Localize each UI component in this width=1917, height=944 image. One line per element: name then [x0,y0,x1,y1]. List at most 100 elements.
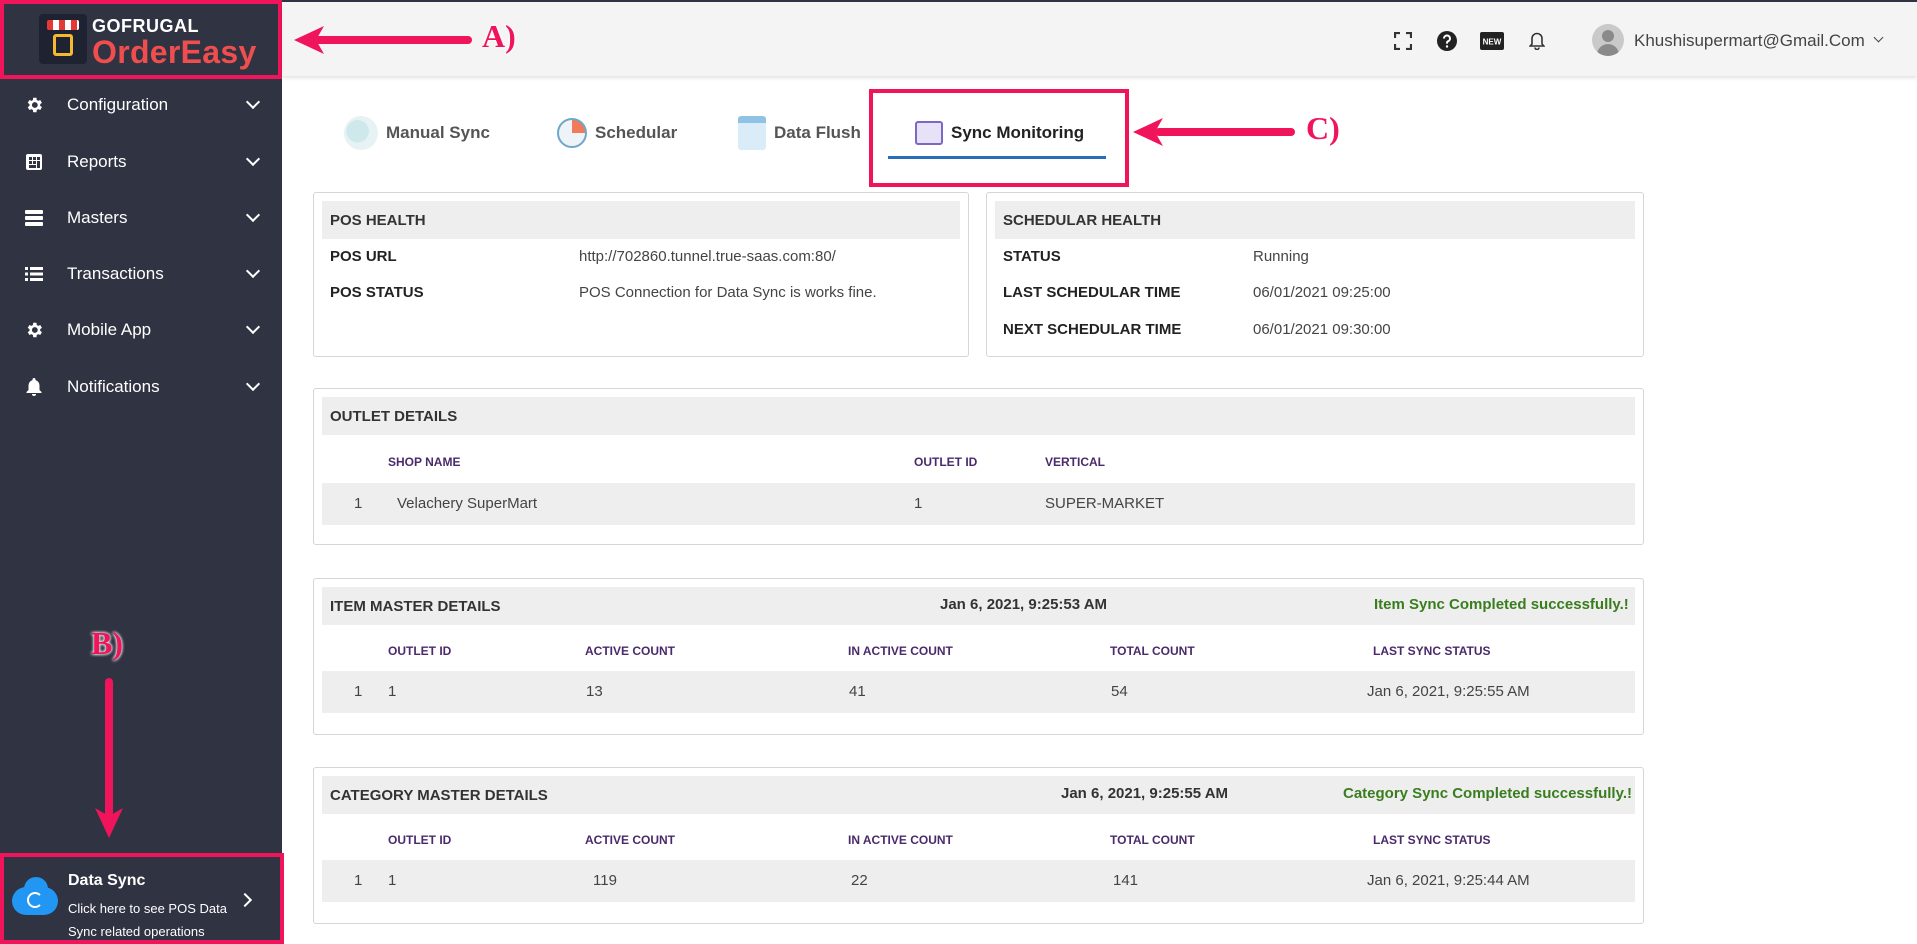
sidebar-item-label: Reports [67,152,127,171]
next-schedular-time-value: 06/01/2021 09:30:00 [1253,321,1391,338]
tab-manual-sync[interactable]: Manual Sync [344,113,490,153]
status-label: STATUS [1003,248,1061,265]
active-count-cell: 13 [586,683,603,700]
column-header: OUTLET ID [388,644,452,658]
sidebar-item-transactions[interactable]: Transactions [0,254,282,294]
chevron-down-icon[interactable] [1873,32,1884,43]
outlet-id-cell: 1 [914,495,923,512]
cloud-sync-icon [344,116,378,150]
last-sync-status-cell: Jan 6, 2021, 9:25:55 AM [1367,683,1530,700]
total-count-cell: 141 [1113,872,1139,889]
column-header: VERTICAL [1045,455,1105,469]
card-title: OUTLET DETAILS [322,397,1635,435]
vertical-cell: SUPER-MARKET [1045,495,1165,512]
new-badge-icon[interactable]: NEW [1479,30,1505,52]
column-header: TOTAL COUNT [1110,644,1195,658]
card-title: SCHEDULAR HEALTH [995,201,1635,239]
pos-status-value: POS Connection for Data Sync is works fi… [579,284,877,301]
svg-text:NEW: NEW [1483,38,1502,47]
trash-icon [738,116,766,150]
sidebar: GOFRUGAL OrderEasy Configuration Reports… [0,0,284,944]
pos-url-value: http://702860.tunnel.true-saas.com:80/ [579,248,836,265]
row-index: 1 [354,872,363,889]
column-header: ACTIVE COUNT [585,644,675,658]
annotation-label-c: C) [1306,110,1340,146]
column-header: IN ACTIVE COUNT [848,644,953,658]
data-sync-description: Click here to see POS Data Sync related … [68,901,227,939]
sidebar-item-masters[interactable]: Masters [0,198,282,238]
tab-data-flush[interactable]: Data Flush [738,113,861,153]
inactive-count-cell: 41 [849,683,866,700]
last-sync-status-cell: Jan 6, 2021, 9:25:44 AM [1367,872,1530,889]
clock-icon [557,118,587,148]
card-title: POS HEALTH [322,201,960,239]
gear-icon [24,320,44,340]
bell-icon [24,377,44,397]
column-header: IN ACTIVE COUNT [848,833,953,847]
sidebar-item-mobile-app[interactable]: Mobile App [0,310,282,350]
data-sync-title: Data Sync [68,872,146,889]
row-index: 1 [354,495,363,512]
chevron-down-icon [245,151,261,167]
item-master-card: ITEM MASTER DETAILS Jan 6, 2021, 9:25:53… [313,578,1644,735]
inactive-count-cell: 22 [851,872,868,889]
category-master-card: CATEGORY MASTER DETAILS Jan 6, 2021, 9:2… [313,767,1644,924]
brand-name-bottom: OrderEasy [92,34,257,70]
pos-health-card: POS HEALTH POS URL http://702860.tunnel.… [313,192,969,357]
column-header: OUTLET ID [914,455,978,469]
top-header: NEW Khushisupermart@Gmail.Com [282,0,1917,76]
sidebar-item-label: Configuration [67,95,169,114]
chevron-down-icon [245,376,261,392]
table-row: 1 1 13 41 54 Jan 6, 2021, 9:25:55 AM [322,671,1635,713]
chevron-down-icon [245,263,261,279]
chevron-right-icon [237,892,253,908]
sidebar-item-label: Notifications [67,377,160,396]
column-header: TOTAL COUNT [1110,833,1195,847]
column-header: OUTLET ID [388,833,452,847]
item-sync-status-message: Item Sync Completed successfully.! [1374,596,1629,613]
chevron-down-icon [245,207,261,223]
sidebar-item-notifications[interactable]: Notifications [0,367,282,407]
row-index: 1 [354,683,363,700]
category-sync-timestamp: Jan 6, 2021, 9:25:55 AM [1061,785,1229,802]
pos-url-label: POS URL [330,248,397,265]
column-header: SHOP NAME [388,455,461,469]
data-sync-button[interactable]: Data Sync Click here to see POS Data Syn… [0,853,284,944]
cloud-sync-icon [12,877,58,915]
gear-icon [24,95,44,115]
annotation-label-b: B) [91,625,123,661]
table-row: 1 1 119 22 141 Jan 6, 2021, 9:25:44 AM [322,860,1635,902]
sidebar-item-reports[interactable]: Reports [0,142,282,182]
sidebar-item-label: Mobile App [67,320,152,339]
calculator-icon [24,152,44,172]
sidebar-item-label: Masters [67,208,128,227]
tab-label: Manual Sync [386,123,490,142]
server-icon [24,208,44,228]
user-email[interactable]: Khushisupermart@Gmail.Com [1634,31,1865,51]
tab-schedular[interactable]: Schedular [557,113,677,153]
column-header: LAST SYNC STATUS [1373,833,1491,847]
help-icon[interactable] [1436,30,1458,52]
brand-logo[interactable]: GOFRUGAL OrderEasy [0,0,282,79]
fullscreen-icon[interactable] [1392,30,1414,52]
pos-status-label: POS STATUS [330,284,424,301]
list-icon [24,264,44,284]
bell-icon[interactable] [1526,30,1548,52]
annotation-highlight-box [869,89,1129,187]
outlet-details-card: OUTLET DETAILS SHOP NAME OUTLET ID VERTI… [313,388,1644,545]
outlet-id-cell: 1 [388,683,397,700]
schedular-health-card: SCHEDULAR HEALTH STATUS Running LAST SCH… [986,192,1644,357]
column-header: ACTIVE COUNT [585,833,675,847]
avatar[interactable] [1592,24,1624,56]
last-schedular-time-value: 06/01/2021 09:25:00 [1253,284,1391,301]
category-sync-status-message: Category Sync Completed successfully.! [1343,785,1632,802]
last-schedular-time-label: LAST SCHEDULAR TIME [1003,284,1181,301]
active-count-cell: 119 [593,872,617,889]
next-schedular-time-label: NEXT SCHEDULAR TIME [1003,321,1182,338]
tab-label: Data Flush [774,123,861,142]
chevron-down-icon [245,319,261,335]
store-cart-icon [39,14,87,64]
sidebar-item-configuration[interactable]: Configuration [0,85,282,125]
total-count-cell: 54 [1111,683,1128,700]
status-value: Running [1253,248,1309,265]
